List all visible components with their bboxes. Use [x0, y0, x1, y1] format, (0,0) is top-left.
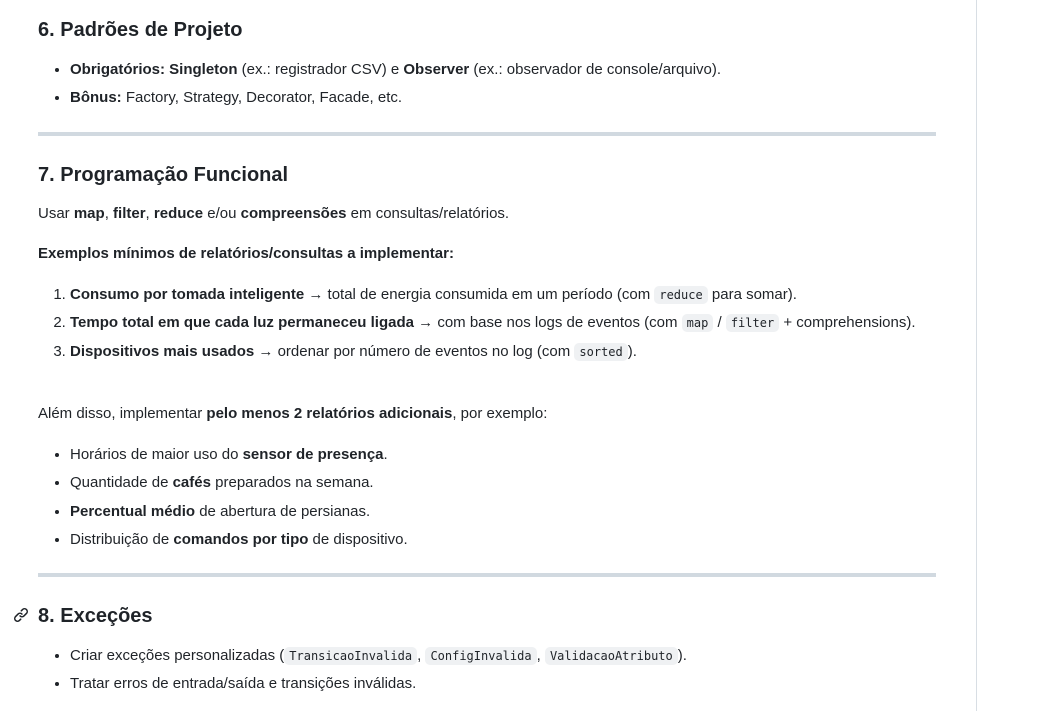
list-item: Distribuição de comandos por tipo de dis… — [70, 528, 936, 551]
list-item: Quantidade de cafés preparados na semana… — [70, 471, 936, 494]
list-item: Tratar erros de entrada/saída e transiçõ… — [70, 672, 936, 695]
code-reduce: reduce — [654, 286, 708, 304]
list-item: Bônus: Factory, Strategy, Decorator, Fac… — [70, 86, 968, 109]
paragraph-exemplos: Exemplos mínimos de relatórios/consultas… — [38, 245, 454, 262]
list-exemplos: Consumo por tomada inteligente → total d… — [38, 283, 936, 368]
paragraph-usar: Usar map, filter, reduce e/ou compreensõ… — [38, 205, 510, 222]
code-validacao: ValidacaoAtributo — [544, 647, 678, 665]
list-item: Consumo por tomada inteligente → total d… — [70, 283, 936, 306]
bold-text: Bônus: — [70, 89, 122, 107]
list-relatorios: Horários de maior uso do sensor de prese… — [38, 443, 936, 556]
text: (ex.: registrador CSV) e — [237, 61, 404, 78]
bold-text: Observer — [403, 61, 470, 78]
section-divider — [38, 573, 936, 577]
text: (ex.: observador de console/arquivo). — [469, 61, 722, 78]
list-item: Tempo total em que cada luz permaneceu l… — [70, 311, 936, 334]
text: Factory, Strategy, Decorator, Facade, et… — [121, 89, 403, 107]
paragraph-alem: Além disso, implementar pelo menos 2 rel… — [38, 405, 548, 422]
code-map: map — [681, 314, 714, 333]
code-config: ConfigInvalida — [425, 647, 537, 665]
link-icon[interactable] — [13, 607, 29, 623]
heading-text: 8. Exceções — [38, 605, 153, 627]
heading-section-6: 6. Padrões de Projeto — [38, 19, 243, 41]
sidebar-divider — [976, 0, 977, 711]
list-excecoes: Criar exceções personalizadas (Transicao… — [38, 644, 936, 701]
code-filter: filter — [725, 314, 780, 333]
list-item: Criar exceções personalizadas (Transicao… — [70, 644, 936, 667]
heading-section-7: 7. Programação Funcional — [38, 164, 289, 186]
code-transicao: TransicaoInvalida — [284, 647, 418, 665]
code-sorted: sorted — [574, 342, 628, 361]
section-divider — [38, 132, 936, 136]
heading-section-8: 8. Exceções — [14, 604, 153, 629]
list-item: Obrigatórios: Singleton (ex.: registrado… — [70, 58, 968, 81]
bold-text: Obrigatórios: Singleton — [70, 61, 238, 78]
list-item: Horários de maior uso do sensor de prese… — [70, 443, 936, 466]
list-padroes: Obrigatórios: Singleton (ex.: registrado… — [38, 58, 968, 115]
list-item: Percentual médio de abertura de persiana… — [70, 500, 936, 523]
list-item: Dispositivos mais usados → ordenar por n… — [70, 340, 936, 363]
